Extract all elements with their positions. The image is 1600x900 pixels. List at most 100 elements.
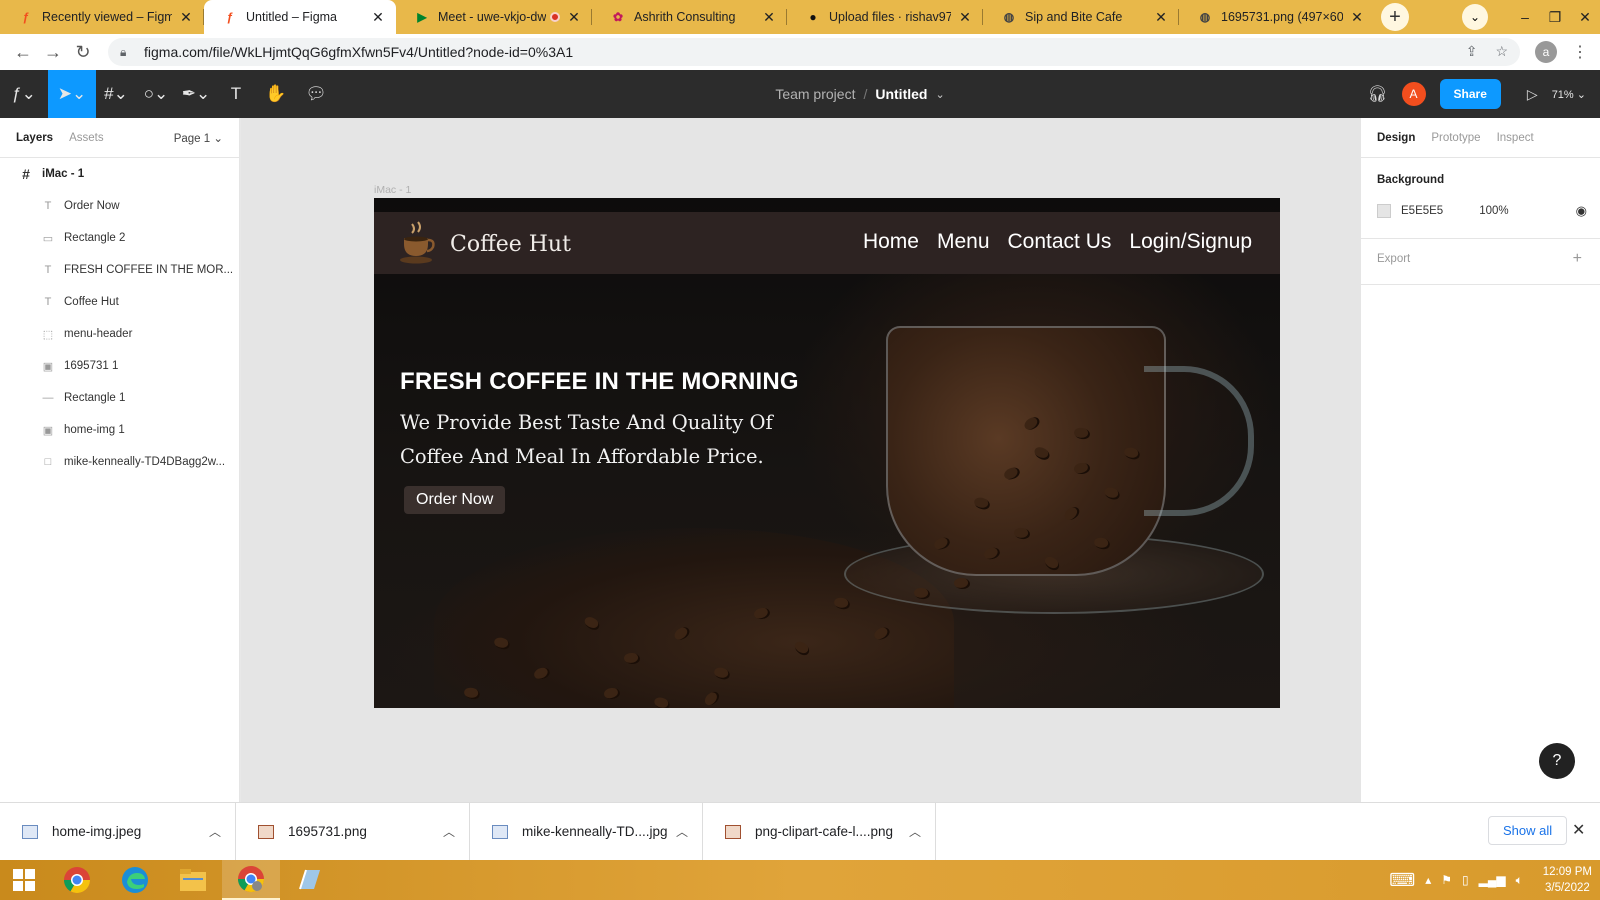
download-item[interactable]: png-clipart-cafe-l....png ︿ <box>703 802 936 861</box>
close-downloads-icon[interactable]: ✕ <box>1572 820 1585 840</box>
share-button[interactable]: Share <box>1439 79 1501 109</box>
nav-contact-us[interactable]: Contact Us <box>1008 230 1112 254</box>
hand-tool-icon[interactable]: ✋ <box>256 70 296 118</box>
add-export-icon[interactable]: + <box>1573 250 1582 268</box>
chevron-up-icon[interactable]: ︿ <box>209 823 221 840</box>
bookmark-star-icon[interactable]: ☆ <box>1495 43 1508 60</box>
move-tool-icon[interactable]: ➤⌄ <box>48 70 96 118</box>
forward-icon[interactable]: → <box>38 42 68 63</box>
background-fill-row[interactable]: E5E5E5 100% ◉ <box>1377 203 1587 219</box>
background-hex[interactable]: E5E5E5 <box>1401 205 1443 217</box>
battery-icon[interactable]: ▯ <box>1462 873 1469 887</box>
canvas[interactable]: iMac - 1 Coffee Hut Home Menu Contact Us… <box>241 118 1360 802</box>
layer-item[interactable]: ▭ Rectangle 2 <box>0 222 239 254</box>
layer-item[interactable]: # iMac - 1 <box>0 158 239 190</box>
layer-item[interactable]: □ mike-kenneally-TD4DBagg2w... <box>0 446 239 478</box>
file-explorer-taskbar-icon[interactable] <box>164 860 222 900</box>
layer-item[interactable]: T Order Now <box>0 190 239 222</box>
chevron-up-icon[interactable]: ▴ <box>1425 873 1431 887</box>
nav-home[interactable]: Home <box>863 230 919 254</box>
close-window-icon[interactable]: ✕ <box>1570 9 1600 26</box>
tab-assets[interactable]: Assets <box>69 132 104 144</box>
close-tab-icon[interactable]: ✕ <box>178 9 194 26</box>
windows-start-icon[interactable] <box>0 860 48 900</box>
keyboard-icon[interactable]: ⌨ <box>1389 870 1415 891</box>
close-tab-icon[interactable]: ✕ <box>1153 9 1169 26</box>
chevron-down-icon[interactable]: ⌄ <box>935 88 944 101</box>
main-menu-icon[interactable]: ƒ⌄ <box>0 70 48 118</box>
browser-tab[interactable]: ◍ Sip and Bite Cafe ✕ <box>983 0 1179 34</box>
close-tab-icon[interactable]: ✕ <box>957 9 973 26</box>
present-play-icon[interactable]: ▷ <box>1527 86 1538 103</box>
profile-avatar[interactable]: a <box>1535 41 1557 63</box>
browser-tab[interactable]: ✿ Ashrith Consulting ✕ <box>592 0 787 34</box>
nav-login-signup[interactable]: Login/Signup <box>1129 230 1252 254</box>
order-now-button[interactable]: Order Now <box>404 486 506 514</box>
close-tab-icon[interactable]: ✕ <box>761 9 777 26</box>
minimize-icon[interactable]: – <box>1510 9 1540 25</box>
shape-tool-icon[interactable]: ○⌄ <box>136 70 176 118</box>
browser-menu-icon[interactable]: ⋮ <box>1572 42 1588 62</box>
show-all-button[interactable]: Show all <box>1488 816 1568 845</box>
frame-label[interactable]: iMac - 1 <box>374 184 411 196</box>
layer-item[interactable]: ▣ home-img 1 <box>0 414 239 446</box>
app-taskbar-icon[interactable] <box>280 860 338 900</box>
taskbar-clock[interactable]: 12:09 PM 3/5/2022 <box>1543 864 1592 896</box>
help-button[interactable]: ? <box>1539 743 1575 779</box>
download-item[interactable]: mike-kenneally-TD....jpg ︿ <box>470 802 703 861</box>
browser-tab[interactable]: ◍ 1695731.png (497×600) ✕ <box>1179 0 1375 34</box>
user-avatar[interactable]: A <box>1401 82 1426 106</box>
network-error-icon[interactable]: ⚑ <box>1441 873 1452 887</box>
restore-icon[interactable]: ❐ <box>1540 9 1570 26</box>
page-selector[interactable]: Page 1 ⌄ <box>174 131 223 145</box>
volume-icon[interactable]: 🔈︎ <box>1516 873 1523 888</box>
close-tab-icon[interactable]: ✕ <box>370 9 386 26</box>
eye-icon[interactable]: ◉ <box>1576 203 1587 219</box>
browser-tab[interactable]: ▶ Meet - uwe-vkjo-dw ✕ <box>396 0 592 34</box>
layer-item[interactable]: — Rectangle 1 <box>0 382 239 414</box>
layer-item[interactable]: T Coffee Hut <box>0 286 239 318</box>
browser-tab-active[interactable]: ƒ Untitled – Figma ✕ <box>204 0 396 34</box>
comment-tool-icon[interactable]: 💬︎ <box>296 70 336 118</box>
frame-tool-icon[interactable]: #⌄ <box>96 70 136 118</box>
layer-item[interactable]: T FRESH COFFEE IN THE MOR... <box>0 254 239 286</box>
new-tab-button[interactable]: + <box>1381 3 1409 31</box>
pen-tool-icon[interactable]: ✒⌄ <box>176 70 216 118</box>
browser-tab[interactable]: ● Upload files · rishav9713 ✕ <box>787 0 983 34</box>
layer-item[interactable]: ▣ 1695731 1 <box>0 350 239 382</box>
background-opacity[interactable]: 100% <box>1479 205 1508 217</box>
chrome-profile-taskbar-icon[interactable] <box>222 860 280 900</box>
layer-item[interactable]: ⬚ menu-header <box>0 318 239 350</box>
tab-design[interactable]: Design <box>1377 132 1415 144</box>
close-tab-icon[interactable]: ✕ <box>1349 9 1365 26</box>
chevron-up-icon[interactable]: ︿ <box>676 823 688 840</box>
chevron-up-icon[interactable]: ︿ <box>443 823 455 840</box>
file-name[interactable]: Untitled <box>875 86 927 102</box>
team-name[interactable]: Team project <box>775 86 855 102</box>
text-tool-icon[interactable]: T <box>216 70 256 118</box>
url-field[interactable]: 🔒︎ figma.com/file/WkLHjmtQqG6gfmXfwn5Fv4… <box>108 38 1520 66</box>
browser-tab[interactable]: ƒ Recently viewed – Figma ✕ <box>0 0 204 34</box>
zoom-dropdown[interactable]: 71% ⌄ <box>1552 88 1586 101</box>
nav-menu[interactable]: Menu <box>937 230 990 254</box>
menu-header[interactable]: Coffee Hut Home Menu Contact Us Login/Si… <box>374 212 1280 274</box>
chevron-up-icon[interactable]: ︿ <box>909 823 921 840</box>
audio-headphones-icon[interactable]: 🎧︎ <box>1367 84 1387 104</box>
tab-search-button[interactable]: ⌄ <box>1462 4 1488 30</box>
download-item[interactable]: 1695731.png ︿ <box>236 802 470 861</box>
reload-icon[interactable]: ↻ <box>68 42 98 63</box>
imac-frame[interactable]: Coffee Hut Home Menu Contact Us Login/Si… <box>374 198 1280 708</box>
color-swatch[interactable] <box>1377 204 1391 218</box>
download-item[interactable]: home-img.jpeg ︿ <box>0 802 236 861</box>
tab-layers[interactable]: Layers <box>16 132 53 144</box>
export-section-title[interactable]: Export <box>1377 253 1410 265</box>
line-icon: — <box>42 392 54 404</box>
wifi-signal-icon[interactable]: ▂▄▆ <box>1479 873 1506 887</box>
close-tab-icon[interactable]: ✕ <box>566 9 582 26</box>
share-page-icon[interactable]: ⇪ <box>1466 43 1478 60</box>
tab-inspect[interactable]: Inspect <box>1497 132 1534 144</box>
edge-taskbar-icon[interactable] <box>106 860 164 900</box>
tab-prototype[interactable]: Prototype <box>1431 132 1480 144</box>
chrome-taskbar-icon[interactable] <box>48 860 106 900</box>
back-icon[interactable]: ← <box>8 42 38 63</box>
